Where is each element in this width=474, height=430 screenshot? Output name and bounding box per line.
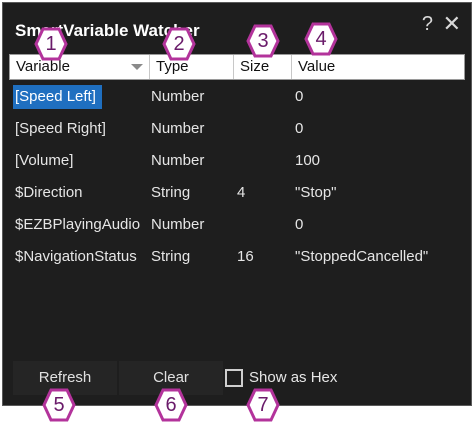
table-row[interactable]: [Speed Right] Number 0 [9, 117, 465, 149]
value-cell: "StoppedCancelled" [295, 248, 429, 265]
sort-dropdown-icon[interactable] [131, 64, 143, 70]
close-icon[interactable]: ✕ [443, 13, 461, 35]
variable-table: [Speed Left] Number 0 [Speed Right] Numb… [9, 85, 465, 277]
callout-badge: 6 [154, 388, 188, 422]
column-header-size[interactable]: Size [234, 55, 292, 79]
variable-cell: $Direction [15, 184, 83, 201]
variable-cell: [Speed Left] [13, 85, 102, 109]
column-header-value[interactable]: Value [292, 55, 464, 79]
callout-number: 2 [173, 33, 185, 55]
column-header-label: Size [240, 58, 270, 75]
variable-cell: $NavigationStatus [15, 248, 137, 265]
callout-number: 5 [53, 394, 65, 416]
help-icon[interactable]: ? [422, 13, 433, 35]
variable-cell: [Volume] [15, 152, 74, 169]
callout-number: 4 [315, 28, 327, 50]
variable-cell: $EZBPlayingAudio [15, 216, 141, 233]
show-as-hex-checkbox[interactable] [225, 369, 243, 387]
smart-variable-watcher-window: SmartVariable Watcher ? ✕ Variable Type … [2, 2, 472, 406]
value-cell: 100 [295, 152, 321, 169]
type-cell: Number [151, 152, 205, 169]
type-cell: Number [151, 120, 205, 137]
callout-badge: 1 [34, 27, 68, 61]
callout-badge: 4 [304, 22, 338, 56]
table-row[interactable]: [Speed Left] Number 0 [9, 85, 465, 117]
value-cell: 0 [295, 216, 304, 233]
size-cell: 4 [237, 184, 246, 201]
value-cell: "Stop" [295, 184, 337, 201]
callout-number: 3 [257, 30, 269, 52]
table-row[interactable]: $Direction String 4 "Stop" [9, 181, 465, 213]
column-header-label: Value [298, 58, 336, 75]
table-header: Variable Type Size Value [9, 54, 465, 80]
callout-number: 1 [45, 33, 57, 55]
callout-badge: 2 [162, 27, 196, 61]
title-bar: SmartVariable Watcher ? ✕ [3, 3, 471, 47]
callout-badge: 3 [246, 24, 280, 58]
column-header-variable[interactable]: Variable [10, 55, 150, 79]
table-row[interactable]: [Volume] Number 100 [9, 149, 465, 181]
size-cell: 16 [237, 248, 254, 265]
callout-number: 6 [165, 394, 177, 416]
table-row[interactable]: $NavigationStatus String 16 "StoppedCanc… [9, 245, 465, 277]
callout-number: 7 [257, 394, 269, 416]
show-as-hex-label: Show as Hex [249, 369, 338, 386]
value-cell: 0 [295, 120, 304, 137]
variable-cell: [Speed Right] [15, 120, 106, 137]
callout-badge: 7 [246, 388, 280, 422]
type-cell: Number [151, 216, 205, 233]
type-cell: String [151, 184, 191, 201]
callout-badge: 5 [42, 388, 76, 422]
type-cell: Number [151, 88, 205, 105]
value-cell: 0 [295, 88, 304, 105]
table-row[interactable]: $EZBPlayingAudio Number 0 [9, 213, 465, 245]
type-cell: String [151, 248, 191, 265]
